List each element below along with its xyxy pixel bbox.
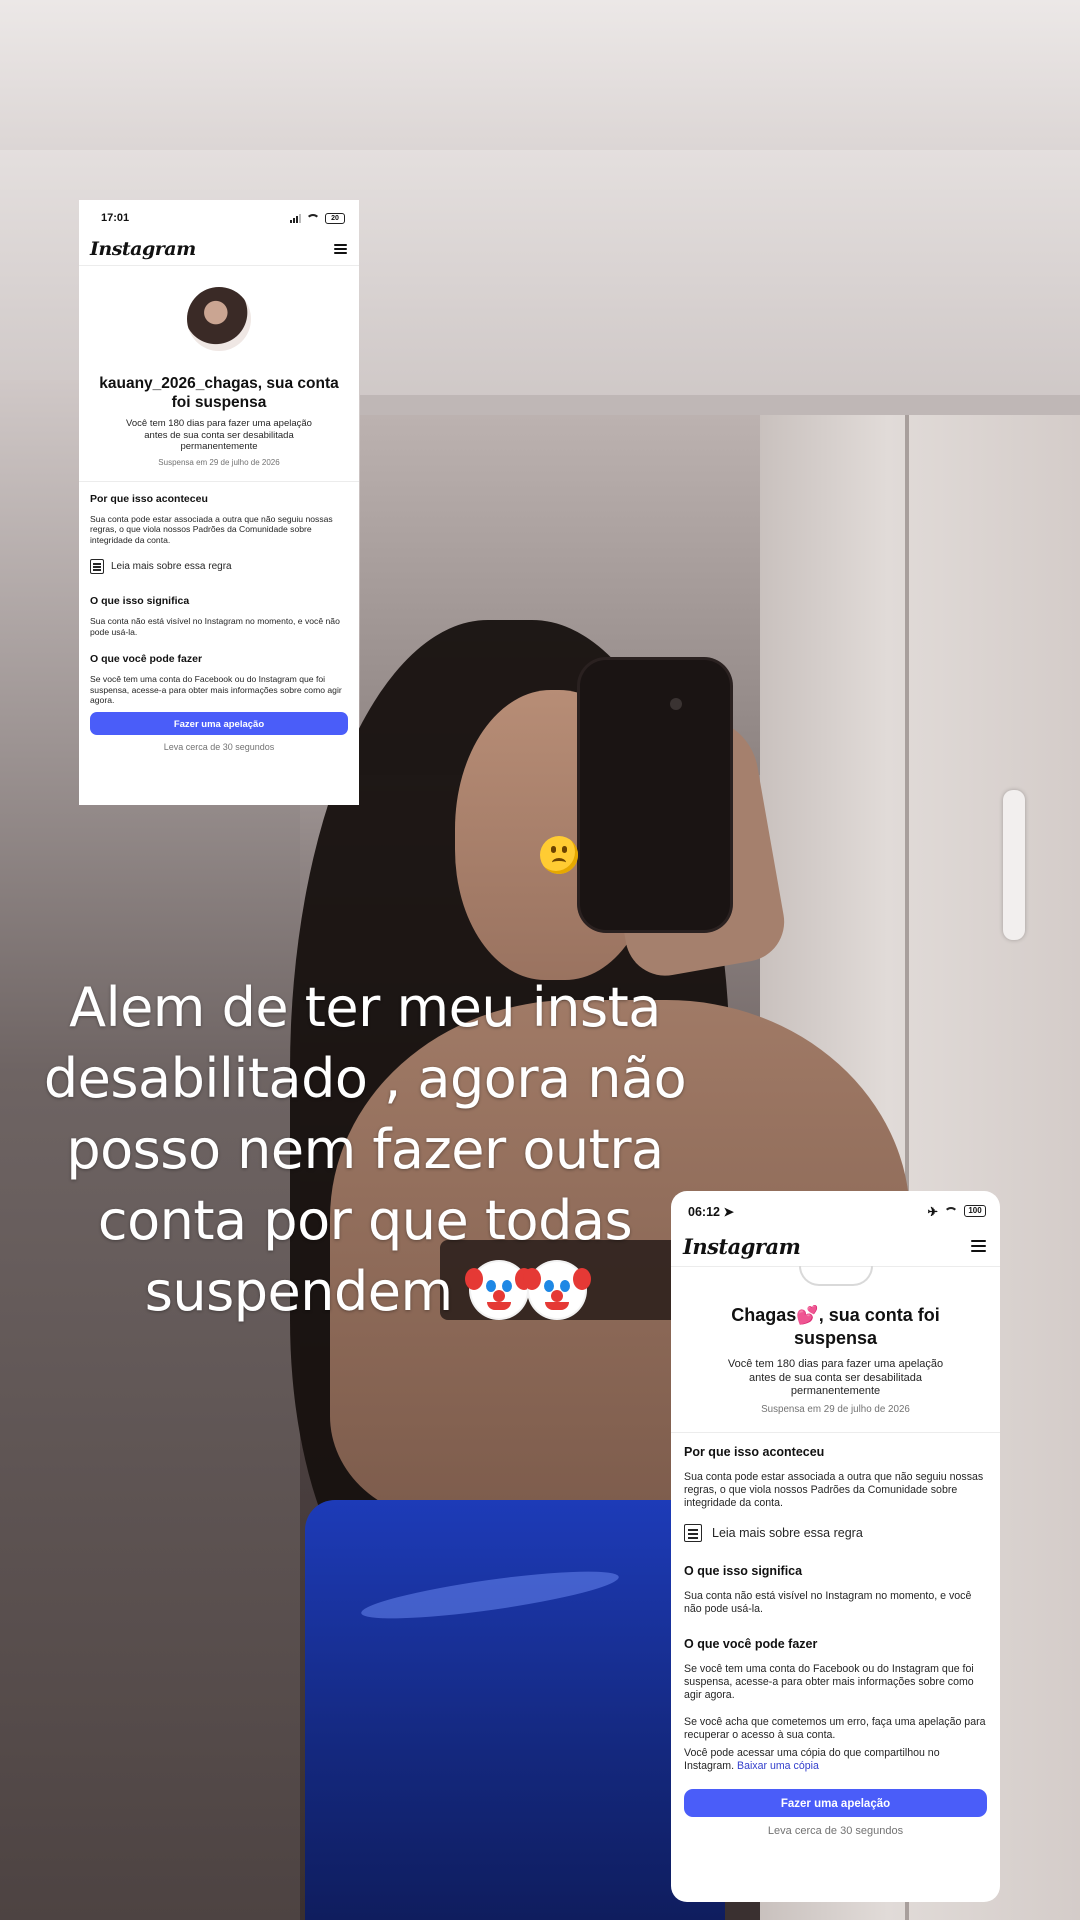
hamburger-menu-icon[interactable] [971,1240,986,1252]
phone-camera [670,698,682,710]
person-skirt [305,1500,725,1920]
read-rule-label: Leia mais sobre essa regra [111,561,232,572]
instagram-header: Instagram [671,1219,1000,1267]
appeal-button[interactable]: Fazer uma apelação [90,711,348,735]
why-heading: Por que isso aconteceu [684,1444,825,1459]
suspended-date: Suspensa em 29 de julho de 2026 [158,457,280,467]
caption-line: desabilitado , agora não [43,1047,687,1110]
divider [671,1431,1000,1433]
appeal-window-text: Você tem 180 dias para fazer uma apelaçã… [126,418,312,452]
what-to-do-text: Se você tem uma conta do Facebook ou do … [90,674,342,705]
appeal-duration-note: Leva cerca de 30 segundos [767,1824,904,1837]
read-rule-link[interactable]: Leia mais sobre essa regra [684,1524,987,1543]
appeal-duration-note: Leva cerca de 30 segundos [163,741,275,752]
wifi-icon [944,1206,958,1216]
instagram-logo[interactable]: Instagram [683,1234,801,1259]
caption-line: conta por que todas [97,1189,633,1252]
appeal-window-text: Você tem 180 dias para fazer uma apelaçã… [727,1358,944,1397]
meaning-heading: O que isso significa [90,595,190,607]
status-time: 06:12 [688,1204,720,1219]
appeal-button[interactable]: Fazer uma apelação [684,1788,987,1817]
what-to-do-text: Se você tem uma conta do Facebook ou do … [684,1662,974,1701]
ceiling [0,0,1080,150]
meaning-text: Sua conta não está visível no Instagram … [90,616,340,637]
read-rule-label: Leia mais sobre essa regra [712,1526,863,1541]
caption-line: suspendem [20,1256,710,1327]
instagram-logo[interactable]: Instagram [90,238,196,260]
clown-face-icon [523,1262,592,1318]
caption-line: posso nem fazer outra [66,1118,664,1181]
signal-icon [290,213,301,223]
wardrobe-edge [360,395,1080,417]
what-to-do-heading: O que você pode fazer [684,1636,818,1651]
status-time: 17:01 [101,212,130,224]
phone-in-hand [580,660,730,930]
profile-avatar [187,287,251,351]
why-heading: Por que isso aconteceu [90,492,208,505]
upside-down-face-icon [540,836,578,874]
suspension-title: Chagas💕, sua conta foi suspensa [731,1305,940,1348]
location-arrow-icon: ➤ [723,1204,734,1219]
battery-icon: 100 [964,1205,986,1217]
wifi-icon [306,213,320,223]
meaning-text: Sua conta não está visível no Instagram … [684,1590,972,1616]
suspended-date: Suspensa em 29 de julho de 2026 [761,1403,910,1415]
avatar-edge [798,1266,873,1286]
meaning-heading: O que isso significa [684,1564,803,1579]
download-copy-link[interactable]: Baixar uma cópia [737,1760,819,1772]
divider [79,480,359,482]
caption-line: Alem de ter meu insta [69,976,661,1039]
what-to-do-heading: O que você pode fazer [90,653,203,665]
airplane-mode-icon: ✈ [927,1204,938,1219]
status-bar: 17:01 20 [79,200,359,225]
battery-icon: 20 [325,212,345,224]
status-bar: 06:12 ➤ ✈ 100 [671,1191,1000,1219]
instagram-screenshot-1: 17:01 20 Instagram kauany_2026_chagas, s… [79,200,359,805]
overlay-caption: Alem de ter meu insta desabilitado , ago… [20,972,710,1327]
suspension-title: kauany_2026_chagas, sua conta foi suspen… [99,375,339,411]
instagram-screenshot-2: 06:12 ➤ ✈ 100 Instagram Chagas💕, sua con… [671,1191,1000,1902]
clown-face-icon [465,1262,534,1318]
copy-text-block: Você pode acessar uma cópia do que compa… [684,1747,987,1773]
document-icon [684,1524,702,1543]
read-rule-link[interactable]: Leia mais sobre essa regra [90,559,348,574]
document-icon [90,559,104,574]
hamburger-menu-icon[interactable] [334,243,347,254]
mistake-text: Se você acha que cometemos um erro, faça… [684,1716,986,1742]
instagram-header: Instagram [79,225,359,266]
why-text: Sua conta pode estar associada a outra q… [684,1470,984,1509]
why-text: Sua conta pode estar associada a outra q… [90,513,333,545]
door-handle [1003,790,1025,940]
